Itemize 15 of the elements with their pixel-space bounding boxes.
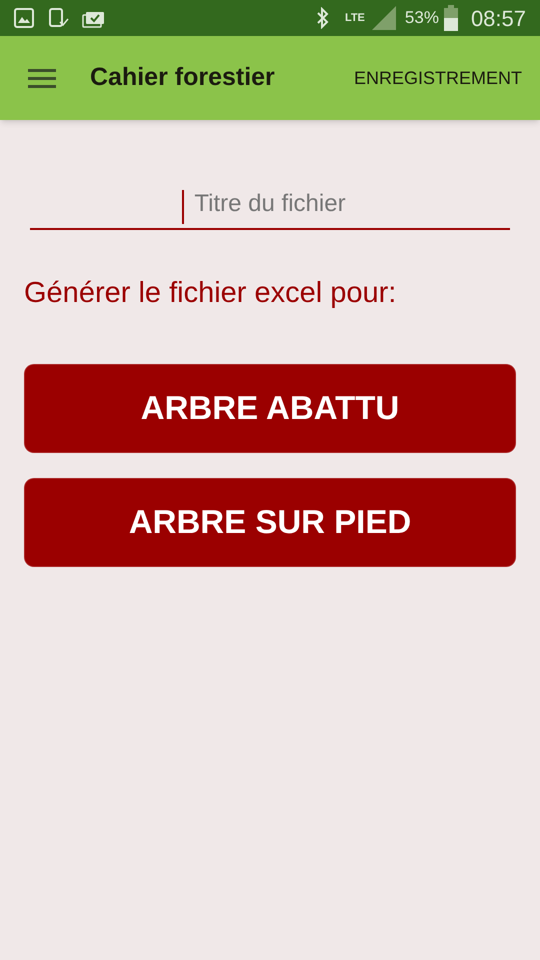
signal-icon	[370, 5, 397, 31]
prompt-text: Générer le fichier excel pour:	[24, 276, 398, 311]
gallery-icon	[14, 8, 34, 28]
action-button[interactable]: ARBRE ABATTU	[24, 364, 516, 452]
menu-icon[interactable]	[28, 68, 56, 88]
device-check-icon	[48, 8, 70, 28]
save-action[interactable]: ENREGISTREMENT	[354, 64, 522, 92]
file-title-field[interactable]: Titre du fichier	[30, 180, 510, 230]
clock-time: 08:57	[470, 4, 526, 32]
bluetooth-icon	[314, 7, 331, 29]
app-title: Cahier forestier	[90, 62, 275, 94]
battery-percent: 53%	[404, 7, 439, 30]
action-button[interactable]: ARBRE SUR PIED	[24, 478, 516, 566]
network-label: LTE	[344, 12, 365, 24]
battery-icon	[442, 5, 459, 31]
